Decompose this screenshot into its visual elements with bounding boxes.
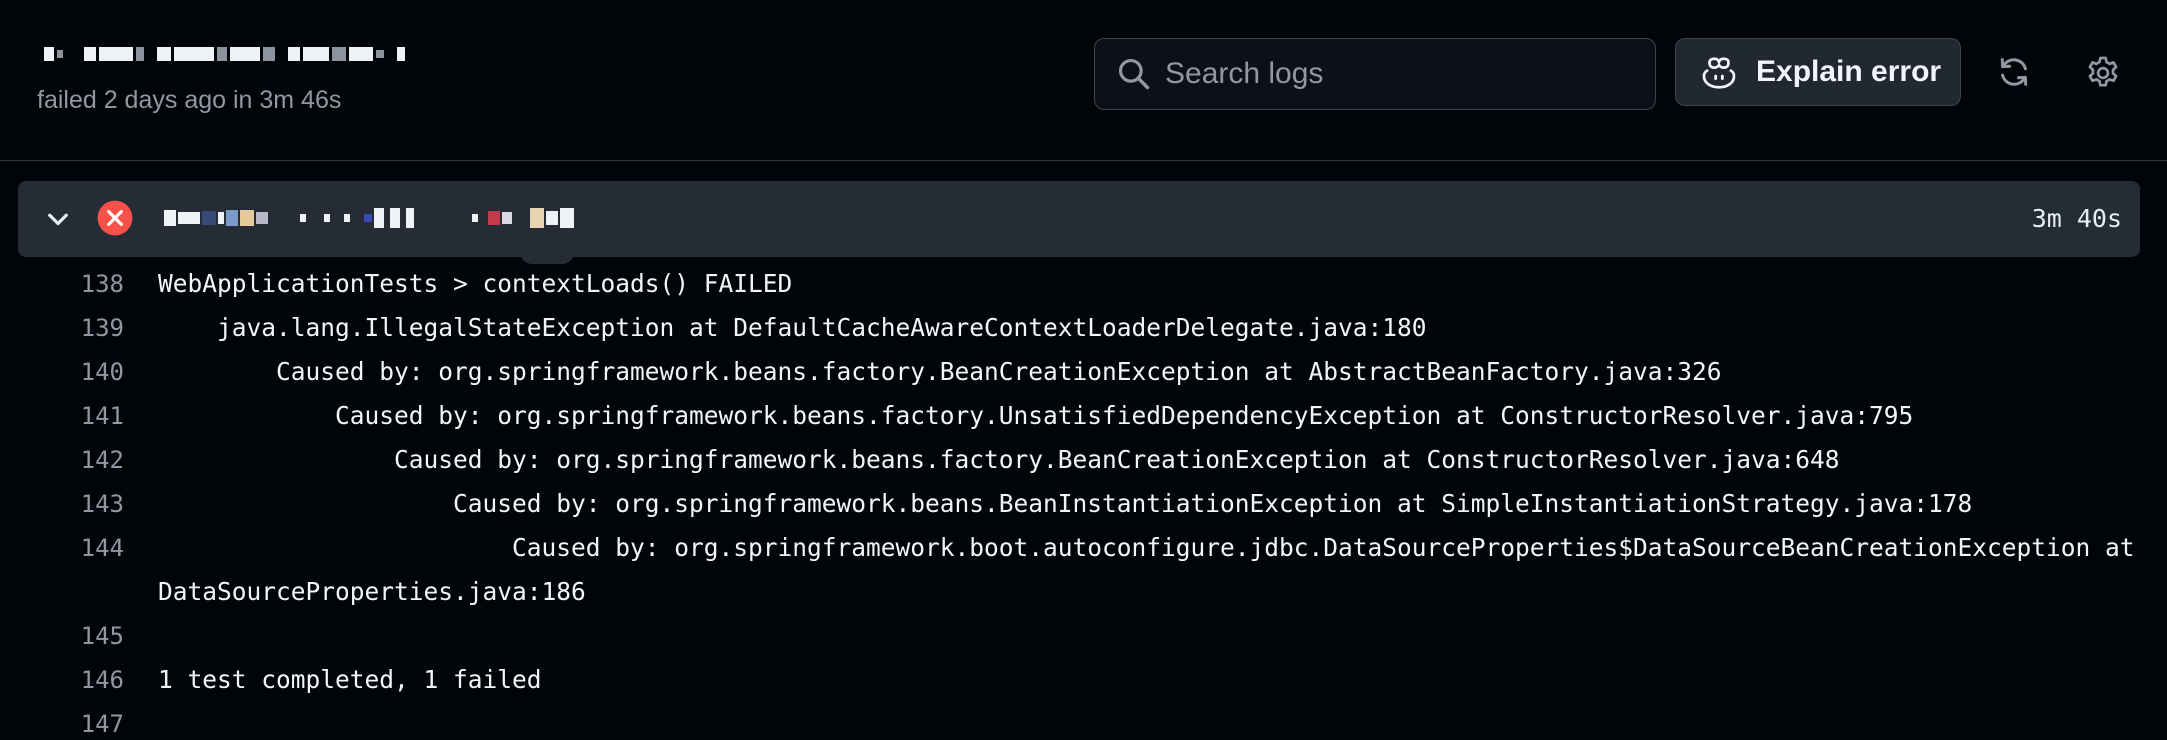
redacted-block — [226, 210, 238, 226]
redacted-block — [157, 47, 171, 61]
search-logs-input[interactable] — [1165, 39, 1635, 109]
log-line-text: Caused by: org.springframework.beans.fac… — [158, 445, 1840, 474]
copilot-icon — [1702, 57, 1736, 89]
settings-button[interactable] — [2077, 47, 2129, 99]
redacted-block — [136, 47, 144, 61]
log-line[interactable]: 145 — [0, 614, 2167, 658]
log-line[interactable]: 141 Caused by: org.springframework.beans… — [0, 394, 2167, 438]
redacted-block — [472, 214, 478, 222]
log-line-text — [158, 702, 2158, 740]
redacted-block — [263, 47, 275, 61]
log-line-text: Caused by: org.springframework.boot.auto… — [158, 533, 2135, 606]
job-header: failed 2 days ago in 3m 46s Explain erro… — [0, 0, 2167, 161]
redacted-block — [288, 47, 300, 61]
log-line[interactable]: 138 WebApplicationTests > contextLoads()… — [0, 262, 2167, 306]
log-output: 138 WebApplicationTests > contextLoads()… — [0, 262, 2167, 740]
redacted-block — [164, 210, 176, 226]
line-number[interactable]: 140 — [0, 350, 124, 394]
redacted-block — [374, 208, 384, 228]
redacted-block — [230, 47, 260, 61]
redacted-block — [364, 214, 372, 222]
log-line[interactable]: 142 Caused by: org.springframework.beans… — [0, 438, 2167, 482]
line-number[interactable]: 142 — [0, 438, 124, 482]
line-number[interactable]: 144 — [0, 526, 124, 570]
job-title-redacted — [44, 40, 405, 68]
line-number[interactable]: 145 — [0, 614, 124, 658]
redacted-block — [488, 211, 500, 225]
redacted-block — [218, 212, 224, 224]
log-line[interactable]: 144 Caused by: org.springframework.boot.… — [0, 526, 2167, 614]
line-number[interactable]: 138 — [0, 262, 124, 306]
x-circle-fill-icon — [97, 200, 133, 236]
job-status-meta: failed 2 days ago in 3m 46s — [37, 86, 342, 114]
redacted-block — [202, 211, 216, 225]
redacted-block — [344, 214, 350, 222]
log-line[interactable]: 139 java.lang.IllegalStateException at D… — [0, 306, 2167, 350]
redacted-block — [376, 50, 384, 58]
failed-step-header[interactable]: 3m 40s — [18, 181, 2140, 257]
line-number[interactable]: 146 — [0, 658, 124, 702]
redacted-block — [303, 47, 329, 61]
redacted-block — [44, 47, 54, 61]
redacted-block — [560, 208, 574, 228]
log-line-text: Caused by: org.springframework.beans.Bea… — [158, 489, 1973, 518]
redacted-block — [99, 47, 133, 61]
log-line[interactable]: 146 1 test completed, 1 failed — [0, 658, 2167, 702]
line-number[interactable]: 147 — [0, 702, 124, 740]
log-line[interactable]: 147 — [0, 702, 2167, 740]
redacted-block — [349, 47, 373, 61]
redacted-block — [300, 214, 306, 222]
log-line-text: Caused by: org.springframework.beans.fac… — [158, 401, 1914, 430]
refresh-button[interactable] — [1988, 46, 2040, 98]
explain-error-button[interactable]: Explain error — [1675, 38, 1961, 106]
redacted-block — [57, 50, 63, 58]
log-line-text: 1 test completed, 1 failed — [158, 665, 542, 694]
redacted-block — [406, 208, 414, 228]
redacted-block — [256, 212, 268, 224]
redacted-block — [174, 47, 214, 61]
step-duration: 3m 40s — [2031, 204, 2122, 233]
line-number[interactable]: 139 — [0, 306, 124, 350]
log-line-text: java.lang.IllegalStateException at Defau… — [158, 313, 1427, 342]
redacted-block — [546, 211, 558, 225]
explain-error-label: Explain error — [1756, 55, 1942, 88]
search-logs-field[interactable] — [1094, 38, 1656, 110]
redacted-block — [84, 47, 96, 61]
chevron-down-icon[interactable] — [40, 201, 76, 237]
redacted-block — [502, 212, 512, 224]
redacted-block — [178, 212, 200, 224]
redacted-block — [530, 208, 544, 228]
line-number[interactable]: 141 — [0, 394, 124, 438]
log-line-text — [158, 614, 2158, 658]
log-line[interactable]: 140 Caused by: org.springframework.beans… — [0, 350, 2167, 394]
refresh-icon — [2000, 58, 2028, 86]
line-number[interactable]: 143 — [0, 482, 124, 526]
step-name-redacted — [164, 203, 574, 233]
log-line-text: Caused by: org.springframework.beans.fac… — [158, 357, 1722, 386]
redacted-block — [390, 208, 400, 228]
gear-icon — [2088, 56, 2118, 87]
redacted-block — [332, 47, 346, 61]
log-line[interactable]: 143 Caused by: org.springframework.beans… — [0, 482, 2167, 526]
redacted-block — [324, 214, 330, 222]
redacted-block — [217, 47, 227, 61]
search-icon — [1118, 58, 1150, 90]
log-line-text: WebApplicationTests > contextLoads() FAI… — [158, 269, 793, 298]
redacted-block — [240, 210, 254, 226]
redacted-block — [397, 47, 405, 61]
